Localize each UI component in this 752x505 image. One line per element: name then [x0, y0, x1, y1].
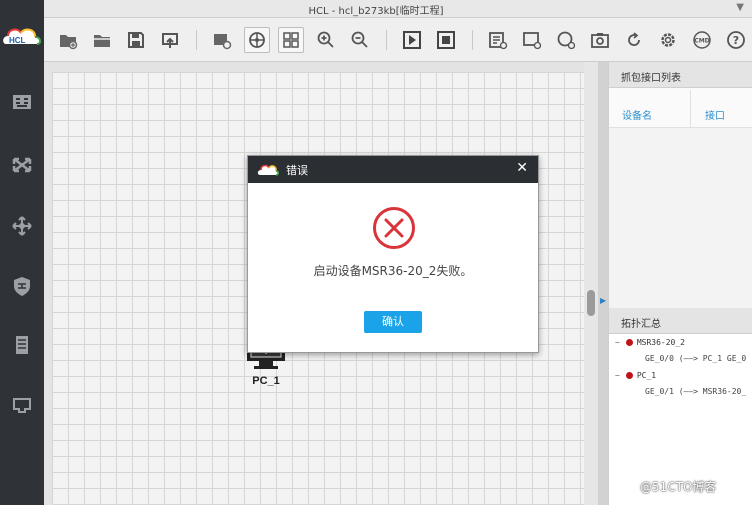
- open-folder-icon[interactable]: [90, 28, 114, 52]
- tree-node-label: PC_1: [636, 371, 657, 380]
- topology-summary-header: 拓扑汇总: [609, 308, 752, 334]
- stop-icon[interactable]: [434, 28, 458, 52]
- pc-label: PC_1: [252, 375, 280, 387]
- toolbar-separator: [196, 30, 197, 50]
- switch-icon[interactable]: [0, 145, 44, 185]
- tree-link-item[interactable]: GE_0/0 (——> PC_1 GE_0: [645, 354, 746, 363]
- watermark: @51CTO博客: [640, 480, 717, 494]
- topology-icon[interactable]: [244, 27, 270, 53]
- collapse-toggle-icon[interactable]: −: [615, 338, 620, 347]
- svg-text:?: ?: [733, 34, 739, 47]
- firewall-icon[interactable]: [0, 266, 44, 306]
- start-icon[interactable]: [400, 28, 424, 52]
- tree-node-label: MSR36-20_2: [636, 338, 685, 347]
- error-message: 启动设备MSR36-20_2失败。: [313, 264, 473, 278]
- column-divider: [690, 90, 691, 128]
- camera-icon[interactable]: [588, 28, 612, 52]
- zoom-out-icon[interactable]: [348, 28, 372, 52]
- capture-panel-title: 抓包接口列表: [621, 73, 681, 84]
- error-icon: [372, 206, 416, 250]
- dialog-header: 错误 ✕: [248, 156, 538, 183]
- add-ellipse-icon[interactable]: [554, 28, 578, 52]
- tree-node-pc[interactable]: − PC_1: [615, 371, 656, 380]
- add-rect-icon[interactable]: [520, 28, 544, 52]
- grid-icon[interactable]: [278, 27, 304, 53]
- server-icon[interactable]: [0, 325, 44, 365]
- save-icon[interactable]: [124, 28, 148, 52]
- column-device-name[interactable]: 设备名: [622, 107, 652, 122]
- settings-icon[interactable]: [656, 28, 680, 52]
- topology-summary-title: 拓扑汇总: [621, 319, 661, 330]
- cmd-label: CMD: [694, 38, 709, 45]
- tree-link-item[interactable]: GE_0/1 (——> MSR36-20_: [645, 387, 746, 396]
- toolbar-separator: [472, 30, 473, 50]
- add-note-icon[interactable]: [486, 28, 510, 52]
- device-status-icon: [625, 339, 633, 346]
- zoom-in-icon[interactable]: [314, 28, 338, 52]
- column-interface[interactable]: 接口: [705, 107, 725, 122]
- main-toolbar: CMD ?: [44, 18, 752, 62]
- connection-icon[interactable]: [0, 384, 44, 424]
- new-project-icon[interactable]: [56, 28, 80, 52]
- screenshot-icon[interactable]: [210, 28, 234, 52]
- canvas-scrollbar[interactable]: [584, 62, 598, 505]
- window-title: HCL - hcl_b273kb[临时工程]: [308, 6, 444, 17]
- close-icon[interactable]: ✕: [516, 160, 528, 176]
- capture-panel-header: 抓包接口列表: [609, 62, 752, 88]
- capture-table-header: 设备名 接口: [609, 88, 752, 128]
- collapse-toggle-icon[interactable]: −: [615, 371, 620, 380]
- right-panel: 抓包接口列表 设备名 接口 拓扑汇总 − MSR36-20_2 GE_0/0 (—…: [608, 62, 752, 505]
- hcl-logo: HCL: [0, 18, 44, 56]
- help-icon[interactable]: ?: [724, 28, 748, 52]
- scrollbar-thumb[interactable]: [587, 290, 595, 316]
- confirm-button[interactable]: 确认: [364, 311, 422, 333]
- hub-icon[interactable]: [0, 206, 44, 246]
- toolbar-separator: [386, 30, 387, 50]
- router-icon[interactable]: [0, 82, 44, 122]
- collapse-arrow-icon[interactable]: ▶: [600, 296, 606, 305]
- export-icon[interactable]: [158, 28, 182, 52]
- dialog-title: 错误: [286, 164, 308, 177]
- logo-text: HCL: [9, 36, 26, 45]
- tree-node-msr[interactable]: − MSR36-20_2: [615, 338, 685, 347]
- title-bar: HCL - hcl_b273kb[临时工程] ▼: [0, 0, 752, 18]
- device-sidebar: HCL: [0, 0, 44, 505]
- device-status-icon: [625, 372, 633, 379]
- hcl-cloud-icon: [257, 162, 280, 176]
- cmd-icon[interactable]: CMD: [690, 28, 714, 52]
- refresh-icon[interactable]: [622, 28, 646, 52]
- panel-splitter[interactable]: ▶: [598, 62, 608, 505]
- window-menu-icon[interactable]: ▼: [736, 2, 744, 13]
- error-dialog: 错误 ✕ 启动设备MSR36-20_2失败。 确认: [247, 155, 539, 353]
